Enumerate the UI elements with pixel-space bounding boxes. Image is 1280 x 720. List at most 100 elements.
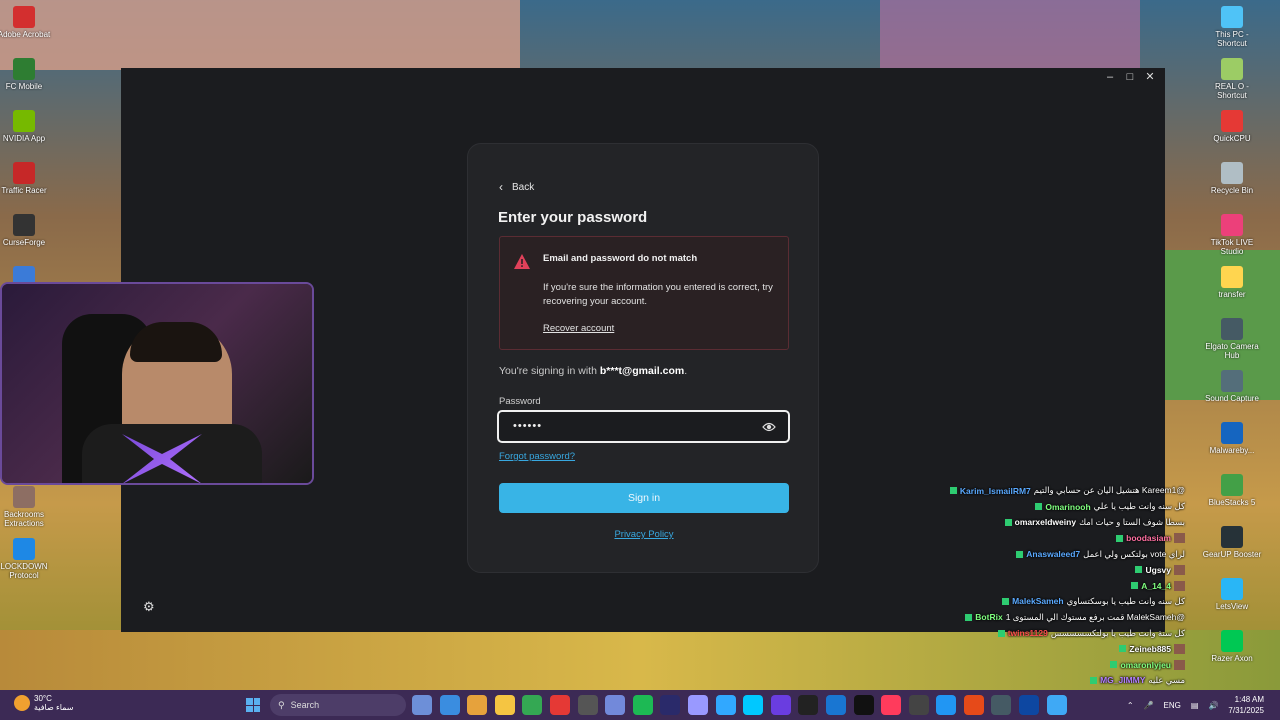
chat-text: @Kareem1 هتشيل اليان عن حسابي والتيم xyxy=(1033,485,1185,496)
forgot-password-link[interactable]: Forgot password? xyxy=(499,451,575,462)
taskbar-app-icon[interactable] xyxy=(577,695,598,715)
show-password-icon[interactable] xyxy=(762,421,776,433)
taskbar-app-icon[interactable] xyxy=(715,695,736,715)
taskbar-app-icon[interactable] xyxy=(798,695,819,715)
streamer-hair xyxy=(130,322,222,362)
taskbar-app-icon[interactable] xyxy=(549,695,570,715)
network-icon[interactable]: ▤ xyxy=(1191,701,1199,710)
windows-start-icon[interactable] xyxy=(246,698,260,712)
desktop-icon[interactable]: GearUP Booster xyxy=(1203,524,1261,576)
desktop-icon[interactable]: Recycle Bin xyxy=(1208,160,1256,212)
desktop-icon[interactable]: REAL O - Shortcut xyxy=(1208,56,1256,108)
search-icon: ⚲ xyxy=(278,699,285,710)
taskbar-app-icon[interactable] xyxy=(522,695,543,715)
app-icon xyxy=(1221,162,1243,184)
close-icon[interactable]: ✕ xyxy=(1143,70,1157,84)
language-indicator[interactable]: ENG xyxy=(1164,701,1181,710)
signing-suffix: . xyxy=(684,365,688,377)
desktop-icon[interactable]: Backrooms Extractions xyxy=(0,484,48,536)
desktop-icon[interactable]: LOCKDOWN Protocol xyxy=(0,536,48,588)
chat-message: omaronlyjeu xyxy=(940,657,1185,673)
desktop-icon[interactable]: TikTok LIVE Studio xyxy=(1208,212,1256,264)
chat-username: omaronlyjeu xyxy=(1120,659,1171,670)
desktop-icon-label: transfer xyxy=(1218,290,1246,299)
chat-message: twins1129 كل سنة وانت طيب يا بولتكسسسسس xyxy=(940,625,1185,641)
clock[interactable]: 1:48 AM 7/31/2025 xyxy=(1228,694,1264,716)
desktop-icon-label: NVIDIA App xyxy=(2,134,46,143)
desktop-icon[interactable]: transfer xyxy=(1208,264,1256,316)
taskbar-app-icon[interactable] xyxy=(881,695,902,715)
desktop-icon[interactable]: This PC - Shortcut xyxy=(1208,4,1256,56)
taskbar-app-icon[interactable] xyxy=(936,695,957,715)
desktop-icon[interactable]: Razer Axon xyxy=(1208,628,1256,680)
desktop-icons-left: Adobe Acrobat FC Mobile NVIDIA App Traffic … xyxy=(0,4,50,316)
taskbar-app-icon[interactable] xyxy=(687,695,708,715)
back-button[interactable]: ‹ Back xyxy=(499,180,534,194)
chat-emote-icon xyxy=(1174,659,1185,670)
desktop-icon-label: Traffic Racer xyxy=(1,186,47,195)
chat-text: كل سنة وانت طيب يا بولتكسسسسس xyxy=(1050,627,1185,638)
system-tray: ⌃ 🎤 ENG ▤ 🔊 1:48 AM 7/31/2025 xyxy=(1127,694,1264,716)
desktop-icon-label: Elgato Camera Hub xyxy=(1205,342,1259,360)
taskbar-app-icon[interactable] xyxy=(853,695,874,715)
chevron-up-icon[interactable]: ⌃ xyxy=(1127,701,1134,710)
desktop-icon[interactable]: LetsView xyxy=(1208,576,1256,628)
webcam-overlay xyxy=(0,282,314,485)
clock-time: 1:48 AM xyxy=(1234,695,1264,704)
taskbar-app-icon[interactable] xyxy=(963,695,984,715)
chat-badge-icon xyxy=(1131,582,1139,590)
taskbar-app-icon[interactable] xyxy=(825,695,846,715)
privacy-policy-link[interactable]: Privacy Policy xyxy=(468,529,820,540)
weather-text: 30°C سماء صافية xyxy=(34,694,74,712)
chat-username: MalekSameh xyxy=(1012,596,1064,607)
desktop-icon[interactable]: NVIDIA App xyxy=(0,108,48,160)
chat-badge-icon xyxy=(949,487,957,495)
desktop-icon-label: QuickCPU xyxy=(1213,134,1251,143)
maximize-icon[interactable]: □ xyxy=(1123,70,1137,84)
chat-username: boodasiam xyxy=(1126,533,1171,544)
taskbar-app-icon[interactable] xyxy=(467,695,488,715)
taskbar-app-icon[interactable] xyxy=(1046,695,1067,715)
weather-widget[interactable]: 30°C سماء صافية xyxy=(14,694,74,712)
taskbar-app-icon[interactable] xyxy=(439,695,460,715)
chat-message: Zeineb885 xyxy=(940,641,1185,657)
app-icon xyxy=(1221,110,1243,132)
settings-gear-icon[interactable]: ⚙ xyxy=(143,599,155,615)
chat-badge-icon xyxy=(1002,597,1010,605)
chat-text: @MalekSameh قمت برفع مستوك الي المستوى 1 xyxy=(1005,611,1185,622)
desktop-icon[interactable]: FC Mobile xyxy=(0,56,48,108)
desktop-icon[interactable]: BlueStacks 5 xyxy=(1208,472,1256,524)
desktop-icon[interactable]: Adobe Acrobat xyxy=(0,4,50,56)
taskbar-app-icon[interactable] xyxy=(412,695,432,715)
sign-in-button[interactable]: Sign in xyxy=(499,483,789,513)
microphone-icon[interactable]: 🎤 xyxy=(1144,701,1154,710)
chat-text: كل سنه وانت طيب يا علي xyxy=(1093,501,1185,512)
desktop-icon[interactable]: Malwareby... xyxy=(1208,420,1256,472)
login-card: ‹ Back Enter your password Email and pas… xyxy=(467,143,819,573)
app-icon xyxy=(13,162,35,184)
desktop-icon[interactable]: Traffic Racer xyxy=(0,160,48,212)
chat-badge-icon xyxy=(1110,661,1118,669)
taskbar-app-icon[interactable] xyxy=(494,695,515,715)
taskbar-app-icon[interactable] xyxy=(743,695,764,715)
taskbar-app-icon[interactable] xyxy=(632,695,653,715)
taskbar-app-icon[interactable] xyxy=(770,695,791,715)
app-icon xyxy=(13,58,35,80)
taskbar-app-icon[interactable] xyxy=(991,695,1012,715)
taskbar-app-icon[interactable] xyxy=(1019,695,1040,715)
desktop-icon[interactable]: QuickCPU xyxy=(1208,108,1256,160)
taskbar-search[interactable]: ⚲ Search xyxy=(270,694,406,716)
desktop-icon-label: FC Mobile xyxy=(5,82,43,91)
taskbar-app-icon[interactable] xyxy=(908,695,929,715)
password-field[interactable]: •••••• xyxy=(497,410,790,443)
chat-username: MG_JIMMY xyxy=(1100,675,1146,686)
volume-icon[interactable]: 🔊 xyxy=(1208,701,1218,710)
chat-username: Anaswaleed7 xyxy=(1026,549,1081,560)
taskbar-app-icon[interactable] xyxy=(660,695,681,715)
desktop-icon[interactable]: CurseForge xyxy=(0,212,48,264)
recover-account-link[interactable]: Recover account xyxy=(543,323,614,334)
taskbar-app-icon[interactable] xyxy=(605,695,626,715)
desktop-icon[interactable]: Elgato Camera Hub xyxy=(1205,316,1259,368)
desktop-icon[interactable]: Sound Capture xyxy=(1205,368,1259,420)
minimize-icon[interactable]: – xyxy=(1103,70,1117,84)
